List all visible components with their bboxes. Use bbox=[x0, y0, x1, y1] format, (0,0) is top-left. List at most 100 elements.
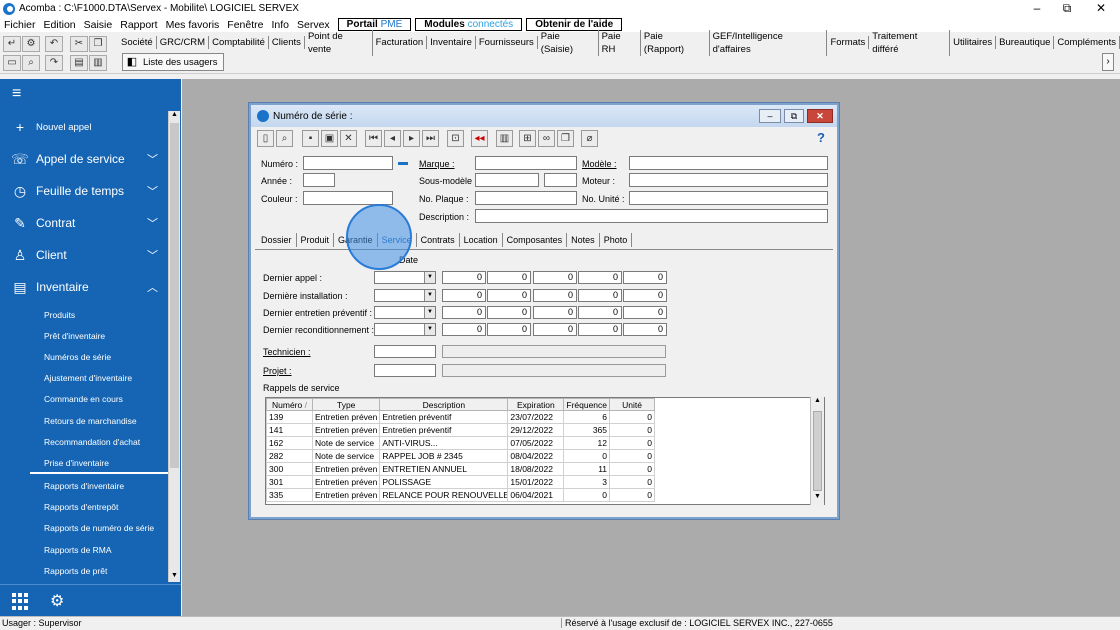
dropdown-arrow-icon[interactable]: ▼ bbox=[424, 324, 435, 335]
sidebar-item-contract[interactable]: ✎ Contrat ﹀ bbox=[0, 212, 168, 234]
sidebar-item-timesheet[interactable]: ◷ Feuille de temps ﹀ bbox=[0, 180, 168, 202]
derniere-installation-value-5[interactable]: 0 bbox=[623, 289, 667, 302]
technicien-label[interactable]: Technicien : bbox=[263, 347, 311, 357]
modules-connectes-button[interactable]: Modules connectés bbox=[415, 18, 523, 31]
description-input[interactable] bbox=[475, 209, 828, 223]
rewind-icon[interactable]: ◂◂ bbox=[471, 130, 488, 147]
derniere-installation-value-3[interactable]: 0 bbox=[533, 289, 577, 302]
dialog-help-icon[interactable]: ? bbox=[817, 130, 825, 145]
attachment-icon[interactable]: ⌀ bbox=[581, 130, 598, 147]
cut-icon[interactable]: ✂ bbox=[70, 36, 88, 52]
lookup-card-icon[interactable]: ▬ bbox=[398, 157, 408, 168]
table-row[interactable]: 141 Entretien préven Entretien préventif… bbox=[266, 423, 656, 437]
sidebar-sub-rapports-pret[interactable]: Rapports de prêt bbox=[44, 566, 107, 576]
module-paie-rh[interactable]: Paie RH bbox=[599, 29, 641, 56]
dernier-reconditionnement-value-5[interactable]: 0 bbox=[623, 323, 667, 336]
sidebar-sub-rapports-inventaire[interactable]: Rapports d'inventaire bbox=[44, 481, 124, 491]
col-numero[interactable]: Numéro / bbox=[266, 398, 313, 411]
table-row[interactable]: 335 Entretien préven RELANCE POUR RENOUV… bbox=[266, 488, 656, 502]
dialog-close-button[interactable]: ✕ bbox=[807, 109, 833, 123]
dernier-appel-value-5[interactable]: 0 bbox=[623, 271, 667, 284]
dernier-reconditionnement-value-2[interactable]: 0 bbox=[487, 323, 531, 336]
col-type[interactable]: Type bbox=[311, 398, 381, 411]
sidebar-sub-pret-inventaire[interactable]: Prêt d'inventaire bbox=[44, 331, 105, 341]
close-button[interactable]: ✕ bbox=[1084, 0, 1118, 17]
users-list-button[interactable]: ◧ Liste des usagers bbox=[122, 53, 225, 71]
col-unite[interactable]: Unité bbox=[609, 398, 656, 411]
dernier-entretien-value-5[interactable]: 0 bbox=[623, 306, 667, 319]
table-row[interactable]: 301 Entretien préven POLISSAGE 15/01/202… bbox=[266, 475, 656, 489]
sidebar-item-service-call[interactable]: ☏ Appel de service ﹀ bbox=[0, 148, 168, 170]
annee-input[interactable] bbox=[303, 173, 335, 187]
tool-icon-1[interactable]: ↵ bbox=[3, 36, 21, 52]
print-icon[interactable]: ▥ bbox=[89, 55, 107, 71]
tab-notes[interactable]: Notes bbox=[567, 233, 600, 247]
delete-icon[interactable]: ✕ bbox=[340, 130, 357, 147]
derniere-installation-date-combo[interactable]: ▼ bbox=[374, 289, 436, 302]
projet-label[interactable]: Projet : bbox=[263, 366, 292, 376]
tab-location[interactable]: Location bbox=[460, 233, 503, 247]
modele-input[interactable] bbox=[629, 156, 828, 170]
dialog-minimize-button[interactable]: – bbox=[759, 109, 781, 123]
undo-icon[interactable]: ↶ bbox=[45, 36, 63, 52]
binoculars-icon[interactable]: ⌕ bbox=[22, 55, 40, 71]
couleur-input[interactable] bbox=[303, 191, 393, 205]
derniere-installation-value-2[interactable]: 0 bbox=[487, 289, 531, 302]
paste-icon[interactable]: ▤ bbox=[70, 55, 88, 71]
derniere-installation-value-4[interactable]: 0 bbox=[578, 289, 622, 302]
print-icon[interactable]: ▥ bbox=[496, 130, 513, 147]
dialog-maximize-button[interactable]: ⧉ bbox=[784, 109, 804, 123]
scroll-up-arrow-icon[interactable]: ▲ bbox=[811, 397, 824, 409]
sous-modele-input[interactable] bbox=[475, 173, 539, 187]
module-paie-saisie[interactable]: Paie (Saisie) bbox=[538, 29, 599, 56]
technicien-input[interactable] bbox=[374, 345, 436, 358]
derniere-installation-value-1[interactable]: 0 bbox=[442, 289, 486, 302]
save-as-icon[interactable]: ▣ bbox=[321, 130, 338, 147]
first-record-icon[interactable]: ⏮ bbox=[365, 130, 382, 147]
tab-garantie[interactable]: Garantie bbox=[334, 233, 378, 247]
scroll-up-arrow-icon[interactable]: ▲ bbox=[169, 111, 180, 121]
module-societe[interactable]: Société bbox=[118, 36, 157, 49]
settings-gears-icon[interactable]: ⚙ bbox=[50, 591, 64, 611]
projet-input[interactable] bbox=[374, 364, 436, 377]
menu-info[interactable]: Info bbox=[267, 19, 293, 31]
moteur-input[interactable] bbox=[629, 173, 828, 187]
toolbar-scroll-right[interactable]: › bbox=[1102, 53, 1114, 71]
module-facturation[interactable]: Facturation bbox=[373, 36, 428, 49]
grid-scrollbar[interactable]: ▲ ▼ bbox=[810, 397, 824, 505]
dernier-entretien-date-combo[interactable]: ▼ bbox=[374, 306, 436, 319]
module-fournisseurs[interactable]: Fournisseurs bbox=[476, 36, 538, 49]
dernier-appel-value-1[interactable]: 0 bbox=[442, 271, 486, 284]
dernier-reconditionnement-value-3[interactable]: 0 bbox=[533, 323, 577, 336]
dernier-appel-value-2[interactable]: 0 bbox=[487, 271, 531, 284]
dernier-entretien-value-4[interactable]: 0 bbox=[578, 306, 622, 319]
maximize-button[interactable]: ⧉ bbox=[1050, 0, 1084, 17]
module-formats[interactable]: Formats bbox=[827, 36, 870, 49]
link-icon[interactable]: ∞ bbox=[538, 130, 555, 147]
hierarchy-icon[interactable]: ⊞ bbox=[519, 130, 536, 147]
grid-scroll-thumb[interactable] bbox=[813, 411, 822, 491]
sidebar-sub-produits[interactable]: Produits bbox=[44, 310, 75, 320]
sidebar-sub-prise-inventaire[interactable]: Prise d'inventaire bbox=[44, 458, 109, 468]
sidebar-item-inventory[interactable]: ▤ Inventaire ︿ bbox=[0, 276, 168, 298]
sidebar-sub-commande[interactable]: Commande en cours bbox=[44, 394, 123, 404]
module-bureautique[interactable]: Bureautique bbox=[996, 36, 1055, 49]
scroll-down-arrow-icon[interactable]: ▼ bbox=[811, 493, 824, 505]
sidebar-scroll-thumb[interactable] bbox=[170, 123, 179, 468]
table-row[interactable]: 139 Entretien préven Entretien préventif… bbox=[266, 410, 656, 424]
next-record-icon[interactable]: ▸ bbox=[403, 130, 420, 147]
dernier-appel-value-3[interactable]: 0 bbox=[533, 271, 577, 284]
col-description[interactable]: Description bbox=[379, 398, 509, 411]
scroll-down-arrow-icon[interactable]: ▼ bbox=[169, 572, 180, 582]
save-icon[interactable]: ▪ bbox=[302, 130, 319, 147]
marque-input[interactable] bbox=[475, 156, 577, 170]
new-document-icon[interactable]: ▯ bbox=[257, 130, 274, 147]
numero-input[interactable] bbox=[303, 156, 393, 170]
modele-label[interactable]: Modèle : bbox=[582, 159, 617, 169]
tab-dossier[interactable]: Dossier bbox=[257, 233, 297, 247]
apps-grid-icon[interactable] bbox=[12, 593, 29, 610]
sidebar-scrollbar[interactable]: ▲ ▼ bbox=[168, 111, 180, 582]
dernier-reconditionnement-value-4[interactable]: 0 bbox=[578, 323, 622, 336]
open-folder-icon[interactable]: ▭ bbox=[3, 55, 21, 71]
dropdown-arrow-icon[interactable]: ▼ bbox=[424, 272, 435, 283]
